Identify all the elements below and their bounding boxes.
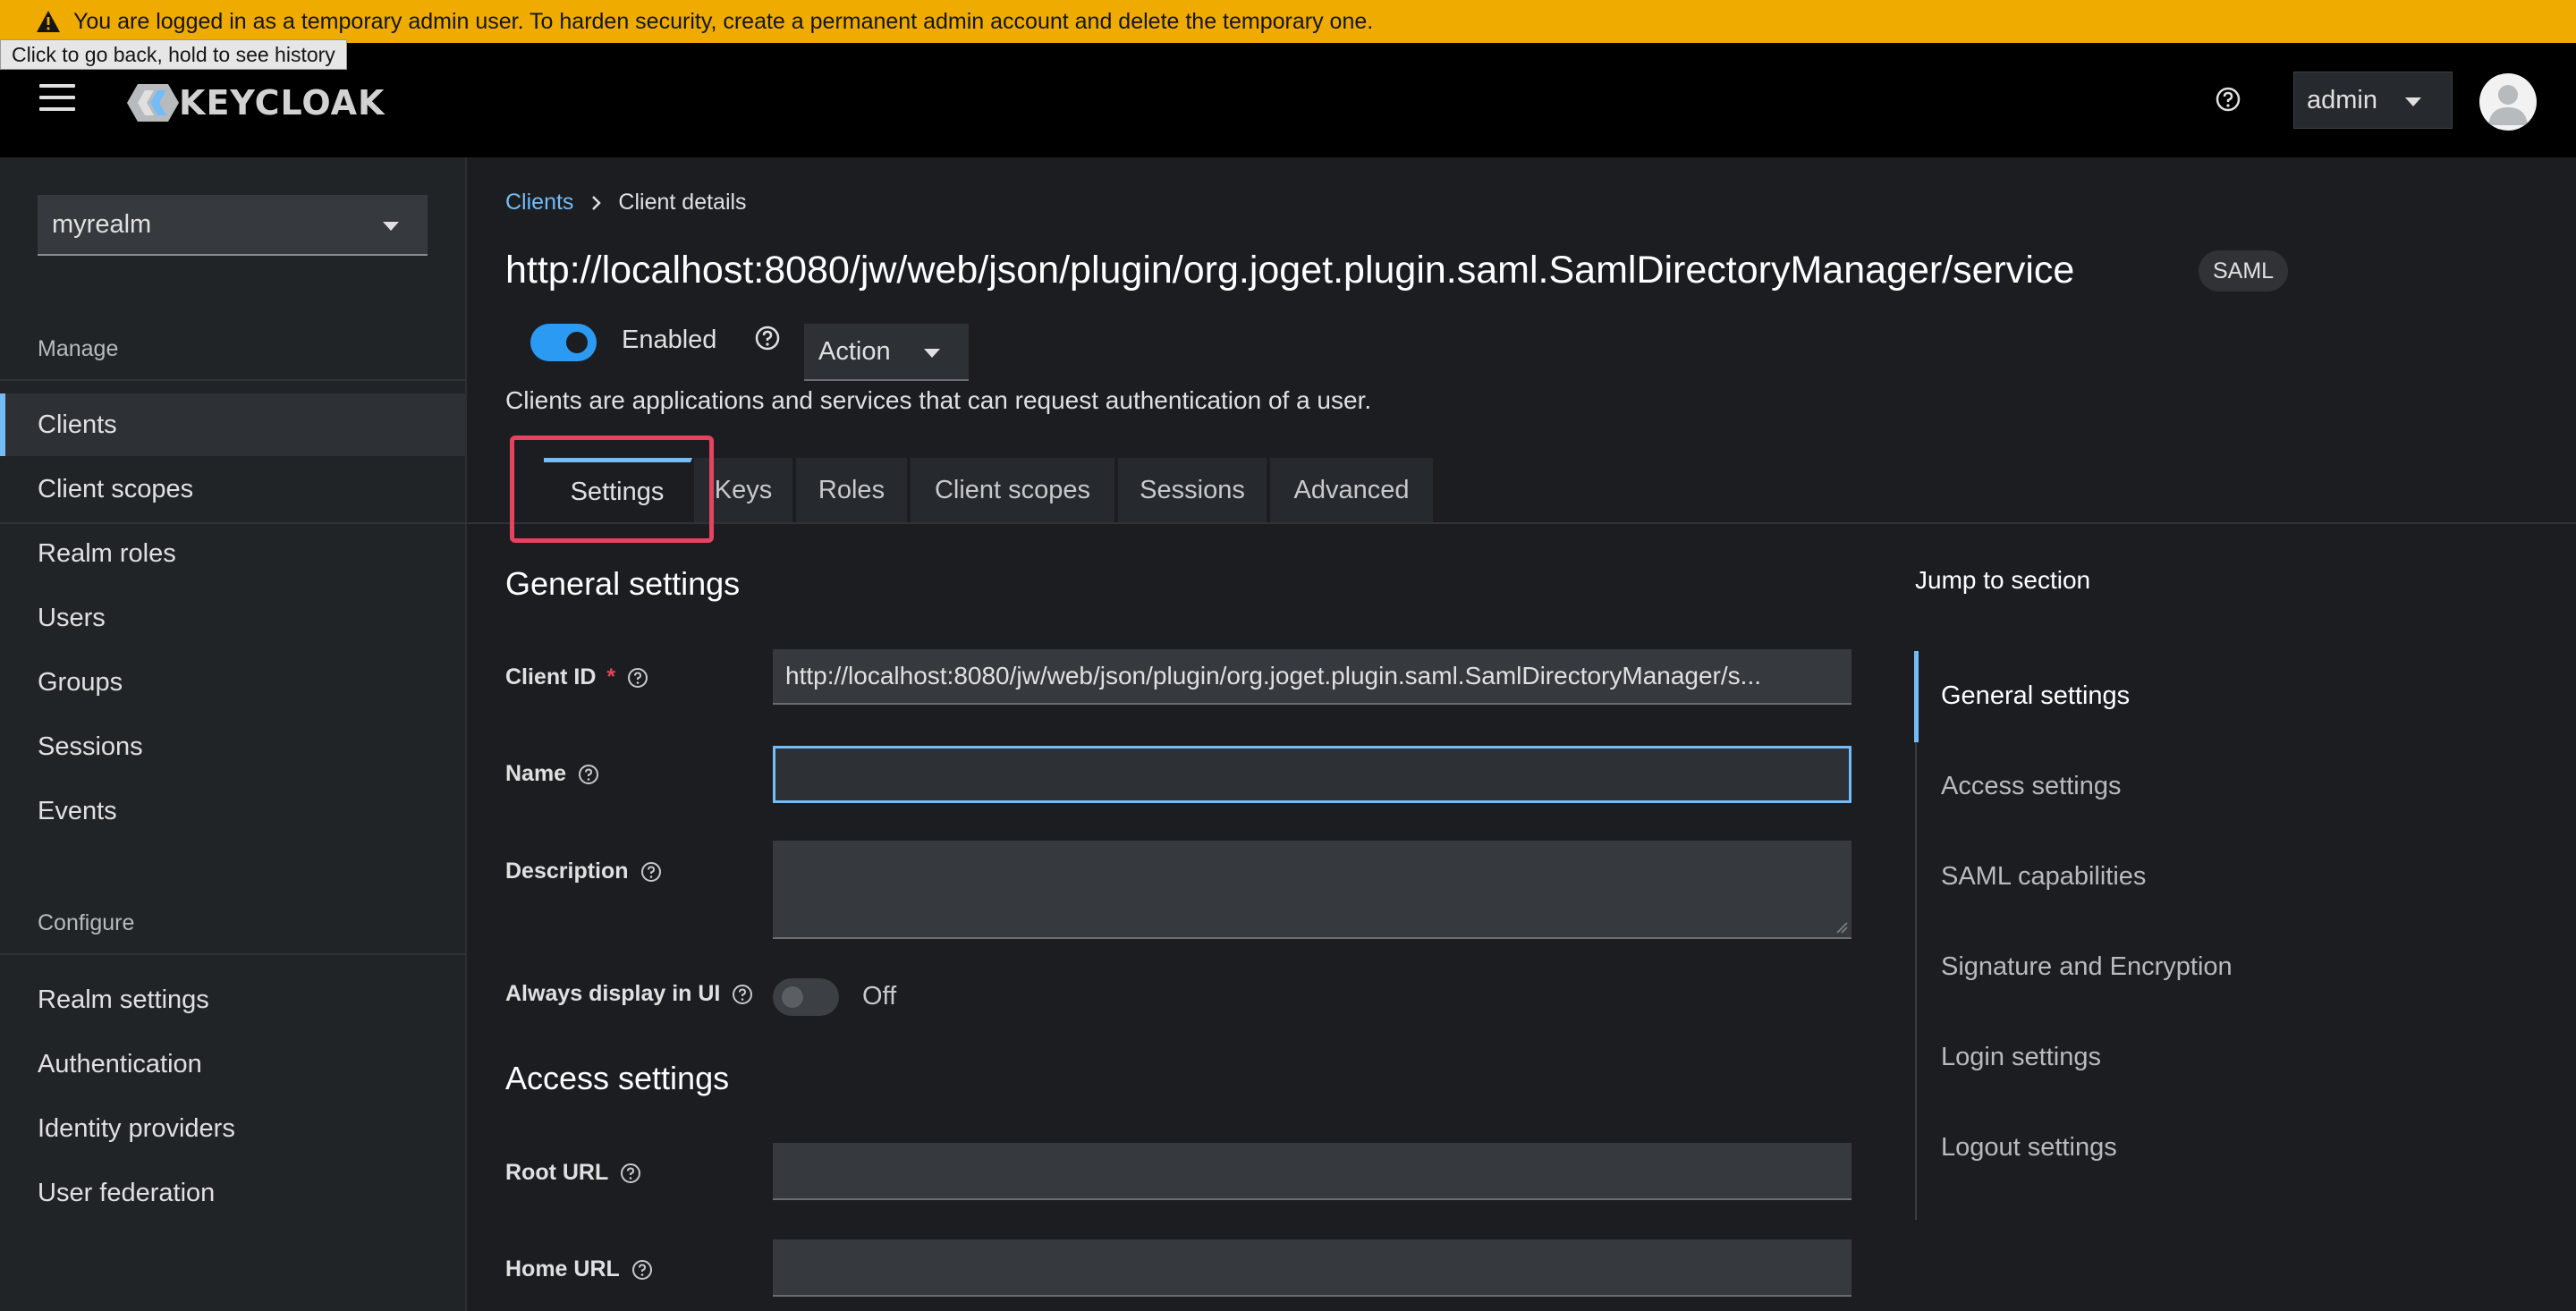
- name-field[interactable]: [773, 746, 1852, 803]
- general-settings-heading: General settings: [505, 565, 741, 602]
- temporary-admin-warning-banner: You are logged in as a temporary admin u…: [0, 0, 2576, 43]
- jump-active-indicator: [1914, 651, 1919, 742]
- sidebar-item-authentication[interactable]: Authentication: [0, 1033, 465, 1095]
- breadcrumb-current: Client details: [618, 190, 747, 215]
- action-label: Action: [818, 336, 891, 366]
- description-textarea[interactable]: [773, 841, 1852, 939]
- help-icon[interactable]: [640, 860, 663, 884]
- avatar-icon[interactable]: [2479, 73, 2537, 131]
- always-display-toggle[interactable]: [773, 978, 839, 1016]
- page-title: http://localhost:8080/jw/web/json/plugin…: [505, 249, 2075, 292]
- banner-text: You are logged in as a temporary admin u…: [73, 8, 1374, 34]
- sidebar-item-user-federation[interactable]: User federation: [0, 1162, 465, 1224]
- enabled-label: Enabled: [622, 326, 717, 354]
- chevron-down-icon: [2405, 97, 2421, 106]
- help-icon[interactable]: [631, 1258, 654, 1281]
- always-display-state: Off: [862, 982, 897, 1011]
- action-dropdown[interactable]: Action: [804, 324, 969, 381]
- always-display-label-text: Always display in UI: [505, 981, 721, 1006]
- client-id-field[interactable]: http://localhost:8080/jw/web/json/plugin…: [773, 649, 1852, 705]
- tab-client-scopes[interactable]: Client scopes: [911, 458, 1116, 522]
- jump-link-access-settings[interactable]: Access settings: [1941, 772, 2121, 801]
- root-url-field[interactable]: [773, 1143, 1852, 1200]
- masthead: KEYCLOAK admin: [0, 43, 2576, 157]
- jump-link-login-settings[interactable]: Login settings: [1941, 1043, 2101, 1072]
- home-url-field[interactable]: [773, 1239, 1852, 1297]
- jump-to-section-title: Jump to section: [1915, 566, 2091, 594]
- keycloak-logo-icon: [127, 84, 179, 122]
- sidebar-item-sessions[interactable]: Sessions: [0, 715, 465, 778]
- help-icon[interactable]: [619, 1162, 642, 1185]
- resize-handle-icon[interactable]: [1835, 921, 1848, 934]
- nav-section-configure: Configure: [38, 910, 135, 935]
- sidebar-item-users[interactable]: Users: [0, 587, 465, 649]
- description-label-text: Description: [505, 858, 629, 884]
- back-button-tooltip: Click to go back, hold to see history: [0, 39, 347, 70]
- realm-selector[interactable]: myrealm: [38, 195, 428, 256]
- chevron-right-icon: [592, 195, 602, 210]
- tab-advanced[interactable]: Advanced: [1270, 458, 1435, 522]
- nav-divider: [0, 953, 465, 955]
- jump-link-logout-settings[interactable]: Logout settings: [1941, 1133, 2117, 1163]
- chevron-down-icon: [383, 222, 399, 231]
- name-label-text: Name: [505, 761, 567, 786]
- user-menu-dropdown[interactable]: admin: [2293, 72, 2453, 129]
- breadcrumb-link-clients[interactable]: Clients: [505, 190, 573, 216]
- name-label: Name: [505, 761, 600, 787]
- toggle-knob: [782, 986, 803, 1008]
- settings-tab-highlight: [510, 436, 714, 543]
- tab-roles[interactable]: Roles: [796, 458, 909, 522]
- chevron-down-icon: [924, 349, 940, 358]
- toggle-knob: [566, 332, 588, 353]
- protocol-badge: SAML: [2199, 250, 2289, 292]
- root-url-label: Root URL: [505, 1160, 642, 1186]
- client-id-label-text: Client ID: [505, 664, 597, 689]
- nav-section-manage: Manage: [38, 336, 119, 361]
- always-display-label: Always display in UI: [505, 981, 754, 1007]
- nav-divider: [0, 379, 465, 381]
- sidebar-item-realm-roles[interactable]: Realm roles: [0, 522, 465, 585]
- sidebar-item-events[interactable]: Events: [0, 780, 465, 842]
- home-url-label-text: Home URL: [505, 1256, 620, 1281]
- warning-icon: [37, 11, 60, 32]
- jump-link-general-settings[interactable]: General settings: [1941, 681, 2130, 711]
- realm-name: myrealm: [52, 209, 152, 239]
- sidebar-item-realm-settings[interactable]: Realm settings: [0, 968, 465, 1031]
- root-url-label-text: Root URL: [505, 1160, 609, 1185]
- description-label: Description: [505, 858, 663, 884]
- sidebar-item-clients[interactable]: Clients: [0, 393, 465, 456]
- sidebar: myrealm Manage Clients Client scopes Rea…: [0, 157, 467, 1311]
- help-icon[interactable]: [731, 983, 754, 1006]
- jump-link-signature-and-encryption[interactable]: Signature and Encryption: [1941, 952, 2233, 982]
- client-id-label: Client ID *: [505, 664, 649, 690]
- help-icon[interactable]: [2215, 86, 2241, 113]
- required-marker: *: [606, 664, 616, 689]
- breadcrumb: Clients Client details: [505, 190, 747, 216]
- help-icon[interactable]: [754, 325, 781, 351]
- tab-sessions[interactable]: Sessions: [1118, 458, 1268, 522]
- help-icon[interactable]: [577, 763, 600, 786]
- help-icon[interactable]: [626, 666, 649, 689]
- client-description-text: Clients are applications and services th…: [505, 386, 1372, 414]
- jump-link-saml-capabilities[interactable]: SAML capabilities: [1941, 862, 2146, 892]
- menu-toggle-button[interactable]: [39, 84, 75, 114]
- enabled-toggle[interactable]: [530, 324, 597, 361]
- sidebar-item-groups[interactable]: Groups: [0, 651, 465, 714]
- sidebar-item-identity-providers[interactable]: Identity providers: [0, 1097, 465, 1160]
- brand-name: KEYCLOAK: [179, 83, 386, 123]
- home-url-label: Home URL: [505, 1256, 654, 1282]
- access-settings-heading: Access settings: [505, 1060, 730, 1096]
- client-tabs: Settings Keys Roles Client scopes Sessio…: [0, 458, 2576, 524]
- keycloak-logo[interactable]: KEYCLOAK: [123, 80, 385, 125]
- username-label: admin: [2307, 85, 2377, 114]
